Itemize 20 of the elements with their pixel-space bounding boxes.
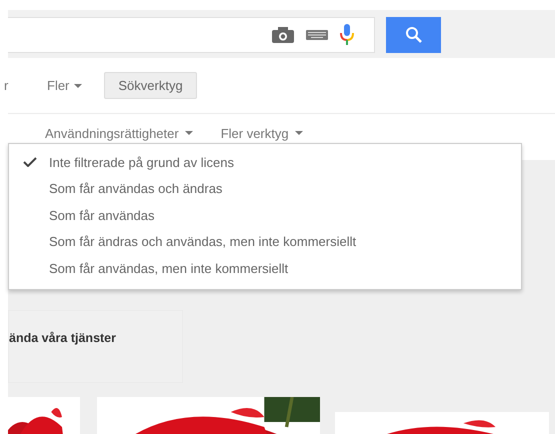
more-menu[interactable]: Fler (47, 78, 82, 93)
menu-item[interactable]: Inte filtrerade på grund av licens (9, 149, 521, 176)
search-tools-button[interactable]: Sökverktyg (104, 72, 197, 99)
camera-icon[interactable] (272, 26, 294, 42)
keyboard-icon[interactable] (306, 30, 328, 40)
caret-icon (184, 131, 193, 135)
caret-icon (294, 131, 303, 135)
notice-text: ända våra tjänster (9, 331, 116, 345)
nav-link[interactable]: r (4, 78, 24, 93)
menu-item[interactable]: Som får användas (9, 202, 521, 228)
search-field[interactable] (8, 16, 375, 52)
search-button[interactable] (386, 16, 441, 52)
search-icon (404, 26, 422, 44)
menu-item[interactable]: Som får användas och ändras (9, 176, 521, 202)
menu-item[interactable]: Som får användas, men inte kommersiellt (9, 255, 521, 282)
microphone-icon[interactable] (340, 24, 354, 46)
menu-item[interactable]: Som får ändras och användas, men inte kommersiellt (9, 228, 521, 255)
caret-icon (74, 84, 82, 88)
tool-dropdown[interactable]: Användningsrättigheter (45, 126, 193, 140)
tool-dropdown[interactable]: Fler verktyg (220, 126, 303, 140)
